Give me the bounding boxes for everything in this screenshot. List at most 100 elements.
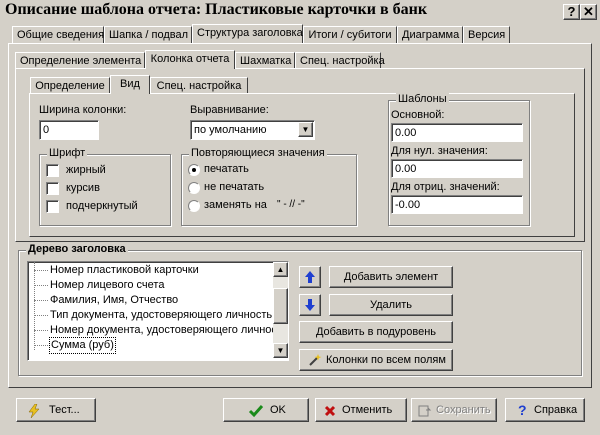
tab-header-structure[interactable]: Структура заголовка (192, 24, 303, 43)
underline-checkbox[interactable] (46, 200, 59, 213)
save-button[interactable]: Сохранить (411, 398, 497, 422)
bold-checkbox[interactable] (46, 164, 59, 177)
scroll-up-icon[interactable]: ▲ (273, 262, 288, 277)
tab-version[interactable]: Версия (463, 26, 510, 43)
close-title-button[interactable]: ✕ (580, 4, 597, 20)
scroll-thumb[interactable] (273, 288, 288, 324)
tree-item-label: Номер пластиковой карточки (50, 264, 199, 276)
tpl-main-input[interactable]: 0.00 (391, 123, 523, 142)
tab-label: Диаграмма (402, 29, 460, 41)
tree-group-title: Дерево заголовка (26, 243, 128, 255)
tpl-neg-input[interactable]: -0.00 (391, 195, 523, 214)
repeat-noprint-label: не печатать (204, 181, 265, 193)
tpl-zero-label: Для нул. значения: (391, 145, 488, 157)
tab-definition[interactable]: Определение (30, 77, 110, 94)
view-panel: Ширина колонки: 0 Выравнивание: по умолч… (29, 93, 575, 237)
help-button[interactable]: ? Справка (505, 398, 585, 422)
columns-all-fields-button[interactable]: Колонки по всем полям (299, 349, 453, 371)
tab-label: Общие сведения (17, 29, 105, 41)
tree-vertical-scrollbar[interactable]: ▲ ▼ (273, 262, 288, 358)
tree-branch (34, 270, 48, 271)
repeat-replace-radio[interactable] (188, 200, 200, 212)
help-icon: ? (567, 4, 576, 19)
bold-label: жирный (66, 164, 106, 176)
cross-icon (324, 405, 336, 417)
tab-general[interactable]: Общие сведения (12, 26, 104, 43)
arrow-up-icon (305, 271, 315, 283)
tab-label: Вид (120, 78, 140, 90)
align-label: Выравнивание: (190, 104, 269, 116)
width-label: Ширина колонки: (39, 104, 127, 116)
header-tree-group: Дерево заголовка Номер пластиковой карто… (18, 243, 582, 376)
width-input[interactable]: 0 (39, 120, 99, 140)
window-title: Описание шаблона отчета: Пластиковые кар… (5, 1, 428, 18)
tab-label: Итоги / субитоги (308, 29, 392, 41)
tpl-neg-label: Для отриц. значений: (391, 181, 500, 193)
lightning-icon (28, 404, 40, 418)
add-element-button[interactable]: Добавить элемент (329, 266, 453, 288)
move-down-button[interactable] (299, 294, 321, 316)
italic-checkbox[interactable] (46, 182, 59, 195)
test-button[interactable]: Тест... (16, 398, 96, 422)
repeat-replace-label: заменять на (204, 199, 267, 211)
checkmark-icon (248, 405, 264, 418)
tree-branch (34, 330, 48, 331)
tab-label: Шапка / подвал (109, 29, 189, 41)
repeat-print-label: печатать (204, 163, 249, 175)
tab-label: Спец. настройка (156, 80, 242, 92)
chevron-down-icon[interactable]: ▼ (298, 122, 313, 137)
align-select[interactable]: по умолчанию ▼ (190, 120, 315, 140)
tab-label: Структура заголовка (197, 27, 303, 39)
tree-guide-line (34, 262, 35, 350)
font-group-title: Шрифт (47, 147, 88, 159)
tab-label: Шахматка (240, 55, 292, 67)
align-select-value: по умолчанию (194, 124, 267, 136)
help-title-button[interactable]: ? (563, 4, 580, 20)
cancel-label: Отменить (342, 404, 393, 416)
italic-label: курсив (66, 182, 100, 194)
arrow-down-icon (305, 299, 315, 311)
ok-button[interactable]: OK (223, 398, 309, 422)
tree-item-label: Номер документа, удостоверяющего личност… (50, 324, 288, 336)
title-bar: Описание шаблона отчета: Пластиковые кар… (0, 0, 600, 22)
help-question-icon: ? (518, 402, 527, 418)
cancel-button[interactable]: Отменить (315, 398, 407, 422)
tab-label: Спец. настройка (300, 55, 385, 67)
tree-item-label: Фамилия, Имя, Отчество (50, 294, 179, 306)
repeat-replace-value[interactable]: " - // -" (277, 199, 305, 210)
tree-branch (34, 345, 48, 346)
tab-report-column[interactable]: Колонка отчета (145, 50, 235, 69)
tab-totals[interactable]: Итоги / субитоги (303, 26, 397, 43)
tab-special-settings[interactable]: Спец. настройка (295, 52, 385, 69)
tab-chess[interactable]: Шахматка (235, 52, 295, 69)
add-sublevel-button[interactable]: Добавить в подуровень (299, 321, 453, 343)
underline-label: подчеркнутый (66, 200, 138, 212)
report-column-panel: Определение Вид Спец. настройка Ширина к… (15, 68, 585, 242)
tpl-main-label: Основной: (391, 109, 445, 121)
close-icon: ✕ (583, 4, 594, 19)
tree-item-label: Сумма (руб) (49, 337, 116, 354)
repeat-group-title: Повторяющиеся значения (189, 147, 327, 159)
tab-diagram[interactable]: Диаграмма (397, 26, 463, 43)
tree-item-label: Тип документа, удостоверяющего личность … (50, 309, 282, 321)
structure-panel: Определение элемента Колонка отчета Шахм… (8, 43, 592, 388)
help-label: Справка (534, 404, 578, 416)
tab-inner-special[interactable]: Спец. настройка (150, 77, 248, 94)
tpl-zero-input[interactable]: 0.00 (391, 159, 523, 178)
dialog-window: Описание шаблона отчета: Пластиковые кар… (0, 0, 600, 435)
scroll-down-icon[interactable]: ▼ (273, 343, 288, 358)
tab-label: Версия (468, 29, 506, 41)
tree-branch (34, 315, 48, 316)
move-up-button[interactable] (299, 266, 321, 288)
save-label: Сохранить (436, 404, 491, 416)
tab-element-definition[interactable]: Определение элемента (15, 52, 145, 69)
columns-all-fields-label: Колонки по всем полям (326, 354, 446, 366)
tab-header-footer[interactable]: Шапка / подвал (104, 26, 192, 43)
repeat-noprint-radio[interactable] (188, 182, 200, 194)
delete-button[interactable]: Удалить (329, 294, 453, 316)
repeat-print-radio[interactable] (188, 164, 200, 176)
header-tree[interactable]: Номер пластиковой карточки Номер лицевог… (27, 261, 289, 361)
font-group: Шрифт жирный курсив подчеркнутый (39, 147, 171, 226)
tab-view[interactable]: Вид (110, 75, 150, 94)
save-icon (418, 405, 432, 417)
